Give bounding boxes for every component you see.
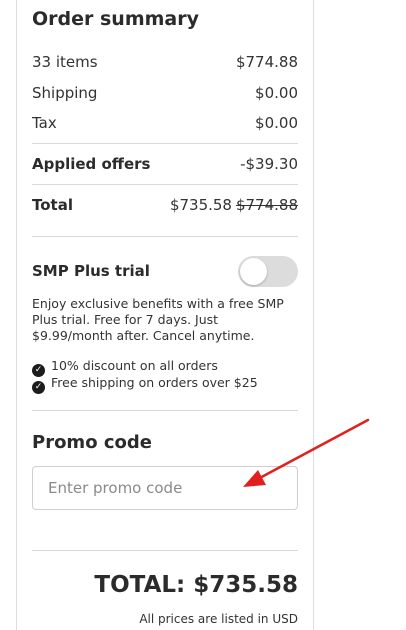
divider xyxy=(32,550,298,551)
tax-row: Tax $0.00 xyxy=(32,114,298,136)
applied-offers-value: -$39.30 xyxy=(240,155,298,173)
smp-plus-trial-toggle[interactable] xyxy=(238,256,298,287)
total-values: $735.58 $774.88 xyxy=(170,196,298,214)
tax-value: $0.00 xyxy=(255,114,298,132)
shipping-label: Shipping xyxy=(32,84,98,102)
check-circle-icon: ✓ xyxy=(32,381,45,394)
total-value: $735.58 xyxy=(169,196,232,214)
divider xyxy=(32,184,298,185)
order-summary-panel: Order summary 33 items $774.88 Shipping … xyxy=(16,0,314,630)
benefit-item: ✓ Free shipping on orders over $25 xyxy=(32,375,258,394)
applied-offers-label: Applied offers xyxy=(32,155,151,173)
tax-label: Tax xyxy=(32,114,57,132)
items-label: 33 items xyxy=(32,53,98,71)
promo-code-title: Promo code xyxy=(32,432,152,453)
applied-offers-row: Applied offers -$39.30 xyxy=(32,155,298,177)
shipping-value: $0.00 xyxy=(255,84,298,102)
benefit-text: 10% discount on all orders xyxy=(51,358,218,373)
items-row: 33 items $774.88 xyxy=(32,53,298,75)
benefit-item: ✓ 10% discount on all orders xyxy=(32,358,218,377)
order-summary-title: Order summary xyxy=(32,8,200,30)
shipping-row: Shipping $0.00 xyxy=(32,84,298,106)
total-original-value: $774.88 xyxy=(235,196,298,214)
promo-code-input[interactable] xyxy=(32,466,298,510)
trial-description: Enjoy exclusive benefits with a free SMP… xyxy=(32,296,284,343)
toggle-knob xyxy=(240,258,267,285)
divider xyxy=(32,410,298,411)
benefit-text: Free shipping on orders over $25 xyxy=(51,375,258,390)
currency-note: All prices are listed in USD xyxy=(139,612,298,626)
smp-plus-trial-title: SMP Plus trial xyxy=(32,262,150,280)
items-value: $774.88 xyxy=(235,53,298,71)
total-label: Total xyxy=(32,196,73,214)
grand-total: TOTAL: $735.58 xyxy=(94,572,298,598)
divider xyxy=(32,236,298,237)
total-row: Total $735.58 $774.88 xyxy=(32,196,298,218)
divider xyxy=(32,143,298,144)
